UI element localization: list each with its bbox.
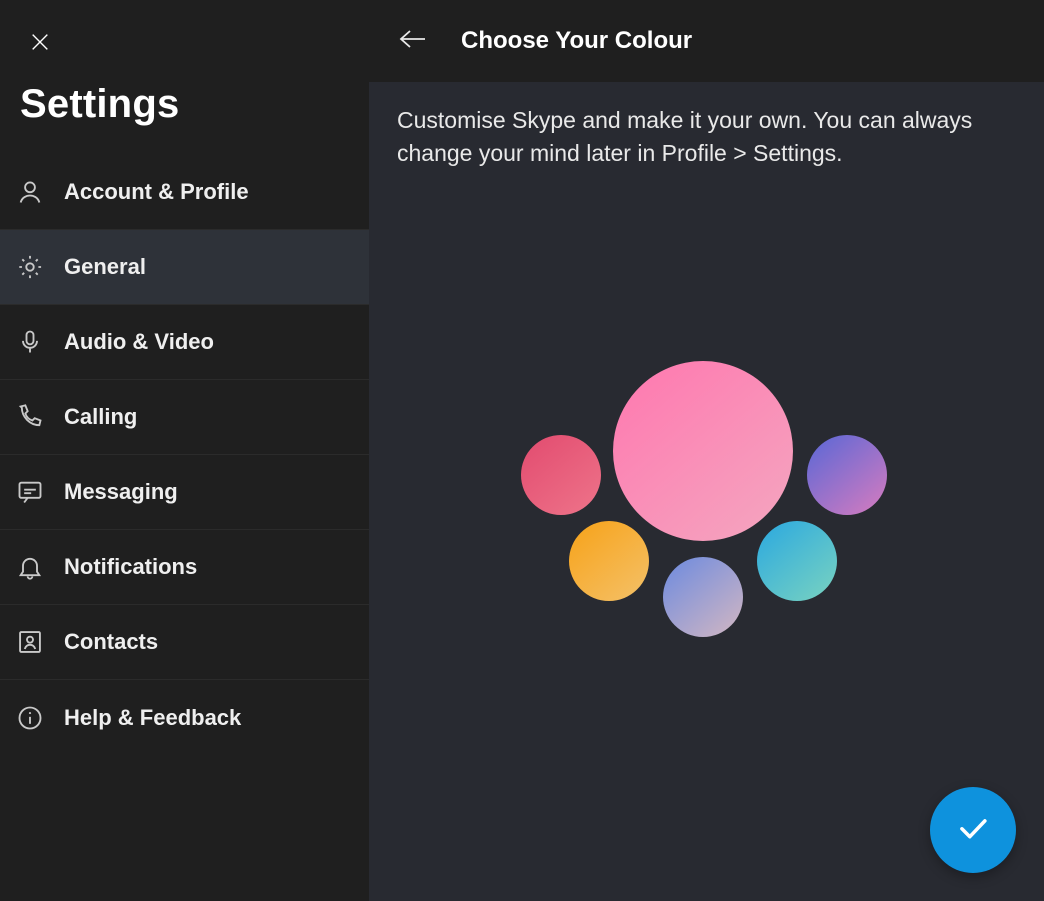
confirm-button[interactable] xyxy=(930,787,1016,873)
sidebar-item-label: Notifications xyxy=(64,554,197,580)
bell-icon xyxy=(14,551,46,583)
arrow-left-icon xyxy=(398,28,428,55)
gear-icon xyxy=(14,251,46,283)
microphone-icon xyxy=(14,326,46,358)
close-button[interactable] xyxy=(20,24,60,64)
sidebar-item-label: Messaging xyxy=(64,479,178,505)
main-panel: Choose Your Colour Customise Skype and m… xyxy=(369,0,1044,901)
colour-option-violet[interactable] xyxy=(807,435,887,515)
sidebar-item-account-profile[interactable]: Account & Profile xyxy=(0,155,369,230)
sidebar-item-label: Contacts xyxy=(64,629,158,655)
back-button[interactable] xyxy=(393,21,433,61)
sidebar-item-label: Calling xyxy=(64,404,137,430)
settings-nav: Account & Profile General xyxy=(0,155,369,755)
phone-icon xyxy=(14,401,46,433)
sidebar-item-label: General xyxy=(64,254,146,280)
sidebar-item-messaging[interactable]: Messaging xyxy=(0,455,369,530)
chat-icon xyxy=(14,476,46,508)
page-title: Settings xyxy=(20,82,349,127)
person-icon xyxy=(14,176,46,208)
check-icon xyxy=(954,809,992,852)
sidebar-item-label: Account & Profile xyxy=(64,179,249,205)
close-icon xyxy=(29,31,51,58)
main-description: Customise Skype and make it your own. Yo… xyxy=(369,82,1044,171)
sidebar-item-audio-video[interactable]: Audio & Video xyxy=(0,305,369,380)
sidebar-item-label: Help & Feedback xyxy=(64,705,241,731)
colour-option-rose[interactable] xyxy=(521,435,601,515)
main-header: Choose Your Colour xyxy=(369,0,1044,82)
sidebar-item-label: Audio & Video xyxy=(64,329,214,355)
info-icon xyxy=(14,702,46,734)
colour-option-periwinkle[interactable] xyxy=(663,557,743,637)
sidebar-item-help-feedback[interactable]: Help & Feedback xyxy=(0,680,369,755)
colour-option-pink[interactable] xyxy=(613,361,793,541)
sidebar-item-notifications[interactable]: Notifications xyxy=(0,530,369,605)
sidebar-item-calling[interactable]: Calling xyxy=(0,380,369,455)
colour-picker-stage xyxy=(369,171,1044,901)
colour-option-teal[interactable] xyxy=(757,521,837,601)
main-title: Choose Your Colour xyxy=(461,27,692,55)
sidebar-item-contacts[interactable]: Contacts xyxy=(0,605,369,680)
contacts-icon xyxy=(14,626,46,658)
colour-option-orange[interactable] xyxy=(569,521,649,601)
settings-sidebar: Settings Account & Profile Gene xyxy=(0,0,369,901)
sidebar-item-general[interactable]: General xyxy=(0,230,369,305)
